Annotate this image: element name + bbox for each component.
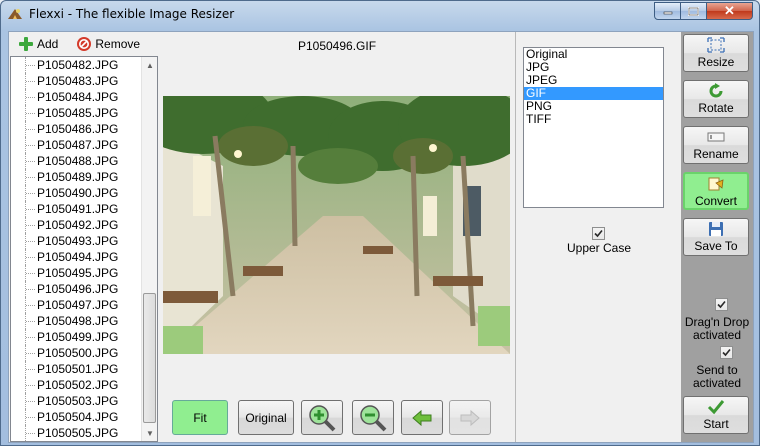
resize-icon <box>707 37 725 53</box>
file-list-item[interactable]: P1050490.JPG <box>11 185 143 201</box>
original-size-button[interactable]: Original <box>238 400 294 435</box>
file-list-item[interactable]: P1050504.JPG <box>11 409 143 425</box>
file-list-item[interactable]: P1050486.JPG <box>11 121 143 137</box>
drag-drop-checkbox[interactable] <box>715 298 728 311</box>
rename-icon <box>707 132 725 142</box>
plus-icon <box>18 36 34 52</box>
scroll-down-icon[interactable]: ▼ <box>142 425 157 441</box>
file-list-item[interactable]: P1050488.JPG <box>11 153 143 169</box>
file-list-item[interactable]: P1050482.JPG <box>11 57 143 73</box>
remove-label: Remove <box>95 37 141 51</box>
file-list-item[interactable]: P1050502.JPG <box>11 377 143 393</box>
fit-button[interactable]: Fit <box>172 400 228 435</box>
app-logo-icon <box>7 6 23 22</box>
app-window: Flexxi - The flexible Image Resizer ✕ Ad… <box>0 0 760 446</box>
file-list-item[interactable]: P1050501.JPG <box>11 361 143 377</box>
save-to-button[interactable]: Save To <box>683 218 749 256</box>
format-option-tiff[interactable]: TIFF <box>524 113 663 126</box>
file-list-item[interactable]: P1050503.JPG <box>11 393 143 409</box>
file-list-item[interactable]: P1050487.JPG <box>11 137 143 153</box>
file-list-item[interactable]: P1050500.JPG <box>11 345 143 361</box>
close-button[interactable]: ✕ <box>707 2 753 20</box>
upper-case-checkbox[interactable] <box>592 227 605 240</box>
add-button[interactable]: Add <box>15 34 61 54</box>
remove-icon <box>76 36 92 52</box>
file-list-item[interactable]: P1050489.JPG <box>11 169 143 185</box>
format-list[interactable]: Original JPG JPEG GIF PNG TIFF <box>523 47 664 208</box>
client-area: Add Remove P1050482.JPG P1050483.JPG P1050… <box>8 31 754 443</box>
close-icon: ✕ <box>724 3 735 18</box>
file-list-item[interactable]: P1050483.JPG <box>11 73 143 89</box>
minimize-button[interactable] <box>654 2 681 20</box>
file-panel: Add Remove P1050482.JPG P1050483.JPG P1050… <box>9 32 159 442</box>
file-list-item[interactable]: P1050492.JPG <box>11 217 143 233</box>
send-to-label: Send to activated <box>692 363 742 390</box>
file-list-item[interactable]: P1050494.JPG <box>11 249 143 265</box>
arrow-left-icon <box>412 409 432 426</box>
convert-label: Convert <box>694 194 738 208</box>
add-label: Add <box>37 37 59 51</box>
rotate-icon <box>709 83 723 98</box>
rotate-button[interactable]: Rotate <box>683 80 749 118</box>
upper-case-label: Upper Case <box>566 241 632 255</box>
start-button[interactable]: Start <box>683 396 749 434</box>
convert-icon <box>708 177 724 191</box>
scroll-thumb[interactable] <box>143 293 156 423</box>
save-to-label: Save To <box>694 239 738 253</box>
resize-label: Resize <box>697 55 735 69</box>
file-list[interactable]: P1050482.JPG P1050483.JPG P1050484.JPG P105… <box>10 56 158 442</box>
zoom-in-icon <box>309 404 336 431</box>
file-list-item[interactable]: P1050499.JPG <box>11 329 143 345</box>
checkmark-icon <box>717 300 726 309</box>
next-image-button[interactable] <box>449 400 491 435</box>
file-list-item[interactable]: P1050484.JPG <box>11 89 143 105</box>
action-column: Resize Rotate Rename Convert Save To Dra… <box>681 32 753 442</box>
title-bar[interactable]: Flexxi - The flexible Image Resizer ✕ <box>1 1 759 27</box>
zoom-out-icon <box>360 404 387 431</box>
file-list-scrollbar[interactable]: ▲ ▼ <box>141 57 157 441</box>
preview-panel: P1050496.GIF Fit Original <box>163 32 511 442</box>
file-list-item[interactable]: P1050505.JPG <box>11 425 143 441</box>
preview-image <box>163 96 510 354</box>
checkmark-icon <box>722 348 731 357</box>
file-toolbar: Add Remove <box>9 32 159 56</box>
maximize-icon <box>688 6 699 16</box>
preview-nav: Fit Original <box>163 398 511 436</box>
rotate-label: Rotate <box>698 101 734 115</box>
convert-options-panel: Original JPG JPEG GIF PNG TIFF Upper Case <box>515 32 681 442</box>
file-list-item[interactable]: P1050497.JPG <box>11 297 143 313</box>
zoom-out-button[interactable] <box>352 400 394 435</box>
remove-button[interactable]: Remove <box>73 34 143 54</box>
checkmark-icon <box>594 229 603 238</box>
rename-button[interactable]: Rename <box>683 126 749 164</box>
file-list-item[interactable]: P1050485.JPG <box>11 105 143 121</box>
start-label: Start <box>703 417 729 431</box>
checkmark-icon <box>707 400 725 415</box>
rename-label: Rename <box>693 147 739 161</box>
zoom-in-button[interactable] <box>301 400 343 435</box>
scroll-up-icon[interactable]: ▲ <box>142 57 157 73</box>
minimize-icon <box>663 11 672 15</box>
preview-filename: P1050496.GIF <box>297 39 377 53</box>
file-list-item[interactable]: P1050493.JPG <box>11 233 143 249</box>
drag-drop-label: Drag'n Drop activated <box>684 315 750 342</box>
fit-label: Fit <box>193 410 207 425</box>
file-tree: P1050482.JPG P1050483.JPG P1050484.JPG P105… <box>11 57 143 441</box>
convert-button[interactable]: Convert <box>683 172 749 210</box>
arrow-right-icon <box>460 409 480 426</box>
file-list-item[interactable]: P1050496.JPG <box>11 281 143 297</box>
maximize-button[interactable] <box>681 2 707 20</box>
file-list-item[interactable]: P1050491.JPG <box>11 201 143 217</box>
file-list-item[interactable]: P1050498.JPG <box>11 313 143 329</box>
window-title: Flexxi - The flexible Image Resizer <box>29 7 235 21</box>
previous-image-button[interactable] <box>401 400 443 435</box>
original-label: Original <box>245 410 287 425</box>
resize-button[interactable]: Resize <box>683 34 749 72</box>
save-icon <box>709 222 723 236</box>
file-list-item[interactable]: P1050495.JPG <box>11 265 143 281</box>
send-to-checkbox[interactable] <box>720 346 733 359</box>
